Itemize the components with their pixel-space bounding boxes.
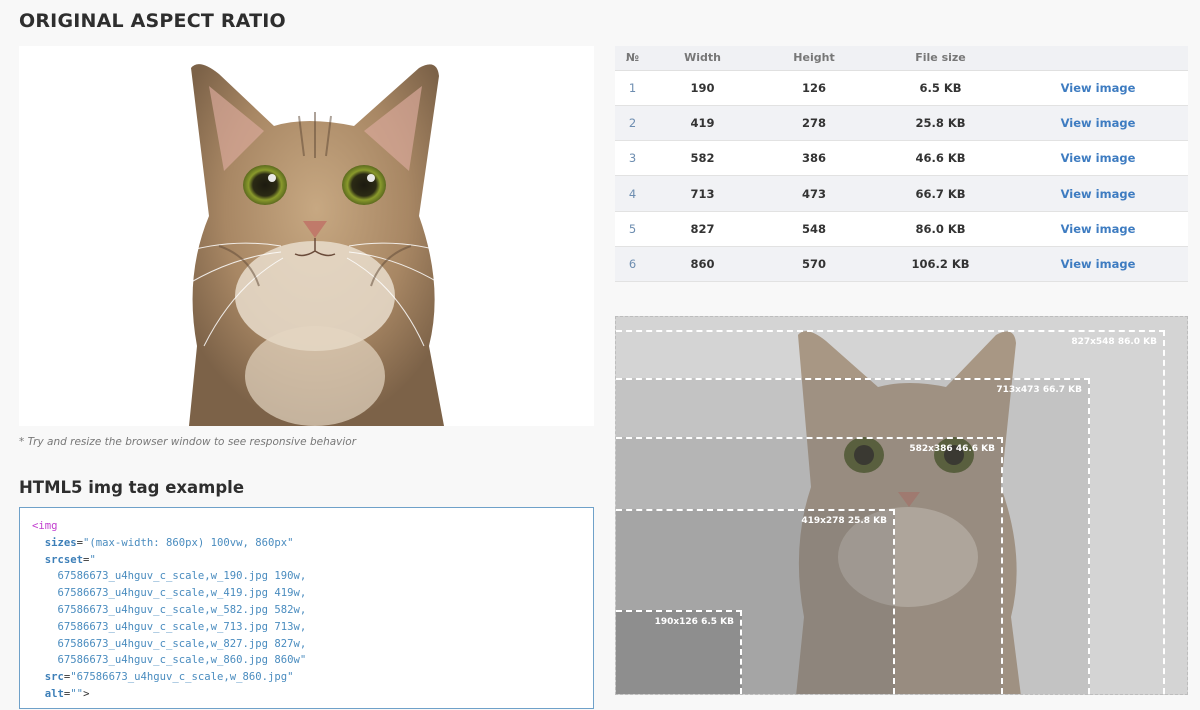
size-label: 827x548 86.0 KB [1071,337,1157,347]
code-srcset-line: 67586673_u4hguv_c_scale,w_190.jpg 190w, [57,570,307,583]
row-number: 6 [615,246,650,283]
size-label: 419x278 25.8 KB [801,516,887,526]
row-action: View image [1008,105,1188,142]
table-row: 5 827 548 86.0 KB View image [615,211,1188,247]
table-row: 1 190 126 6.5 KB View image [615,70,1188,106]
col-header-action [1008,46,1188,71]
size-outline-190: 190x126 6.5 KB [616,610,742,694]
row-height: 386 [755,140,873,177]
row-number: 4 [615,175,650,212]
row-height: 548 [755,211,873,247]
code-value-alt: "" [70,687,84,700]
size-label: 582x386 46.6 KB [909,444,995,454]
row-number: 3 [615,140,650,177]
resize-note: * Try and resize the browser window to s… [19,436,357,448]
table-row: 6 860 570 106.2 KB View image [615,246,1188,283]
row-action: View image [1008,70,1188,106]
row-width: 582 [650,140,755,177]
view-image-link[interactable]: View image [1061,222,1136,236]
size-label: 190x126 6.5 KB [654,617,734,627]
row-file-size: 6.5 KB [873,70,1008,106]
code-value-src: "67586673_u4hguv_c_scale,w_860.jpg" [70,671,294,684]
view-image-link[interactable]: View image [1061,81,1136,95]
table-row: 4 713 473 66.7 KB View image [615,175,1188,212]
row-file-size: 46.6 KB [873,140,1008,177]
code-tag-open: <img [32,520,58,532]
row-number: 5 [615,211,650,247]
table-row: 2 419 278 25.8 KB View image [615,105,1188,142]
row-action: View image [1008,175,1188,212]
image-sizes-table: № Width Height File size 1 190 126 6.5 K… [615,46,1188,283]
code-attr-srcset: srcset [44,553,84,566]
row-file-size: 66.7 KB [873,175,1008,212]
row-width: 827 [650,211,755,247]
row-width: 419 [650,105,755,142]
code-srcset-quote: " [89,553,96,566]
col-header-number: № [615,46,650,71]
view-image-link[interactable]: View image [1061,151,1136,165]
row-file-size: 25.8 KB [873,105,1008,142]
cat-image [19,46,594,426]
size-comparison-panel: 827x548 86.0 KB 713x473 66.7 KB 582x386 … [615,316,1188,695]
row-number: 1 [615,70,650,106]
row-action: View image [1008,246,1188,283]
code-attr-alt: alt [44,687,64,700]
row-width: 190 [650,70,755,106]
code-tag-close: > [83,687,90,700]
code-srcset-line: 67586673_u4hguv_c_scale,w_419.jpg 419w, [57,587,307,600]
code-srcset-line: 67586673_u4hguv_c_scale,w_827.jpg 827w, [57,637,307,650]
code-srcset-line: 67586673_u4hguv_c_scale,w_713.jpg 713w, [57,620,307,633]
code-value-sizes: "(max-width: 860px) 100vw, 860px" [83,536,294,549]
row-action: View image [1008,211,1188,247]
table-header-row: № Width Height File size [615,46,1188,71]
row-file-size: 106.2 KB [873,246,1008,283]
table-row: 3 582 386 46.6 KB View image [615,140,1188,177]
code-attr-src: src [44,671,64,684]
code-section-title: HTML5 img tag example [19,478,245,497]
size-label: 713x473 66.7 KB [996,385,1082,395]
row-height: 473 [755,175,873,212]
row-file-size: 86.0 KB [873,211,1008,247]
view-image-link[interactable]: View image [1061,187,1136,201]
col-header-height: Height [755,46,873,71]
row-height: 126 [755,70,873,106]
row-width: 860 [650,246,755,283]
view-image-link[interactable]: View image [1061,257,1136,271]
code-attr-sizes: sizes [44,536,77,549]
view-image-link[interactable]: View image [1061,116,1136,130]
row-height: 570 [755,246,873,283]
cat-illustration [158,64,470,426]
code-srcset-line: 67586673_u4hguv_c_scale,w_860.jpg 860w" [57,654,307,667]
col-header-file-size: File size [873,46,1008,71]
code-srcset-line: 67586673_u4hguv_c_scale,w_582.jpg 582w, [57,603,307,616]
row-width: 713 [650,175,755,212]
code-example: <img sizes="(max-width: 860px) 100vw, 86… [19,507,594,709]
row-height: 278 [755,105,873,142]
row-action: View image [1008,140,1188,177]
page-title: ORIGINAL ASPECT RATIO [19,10,286,32]
row-number: 2 [615,105,650,142]
col-header-width: Width [650,46,755,71]
